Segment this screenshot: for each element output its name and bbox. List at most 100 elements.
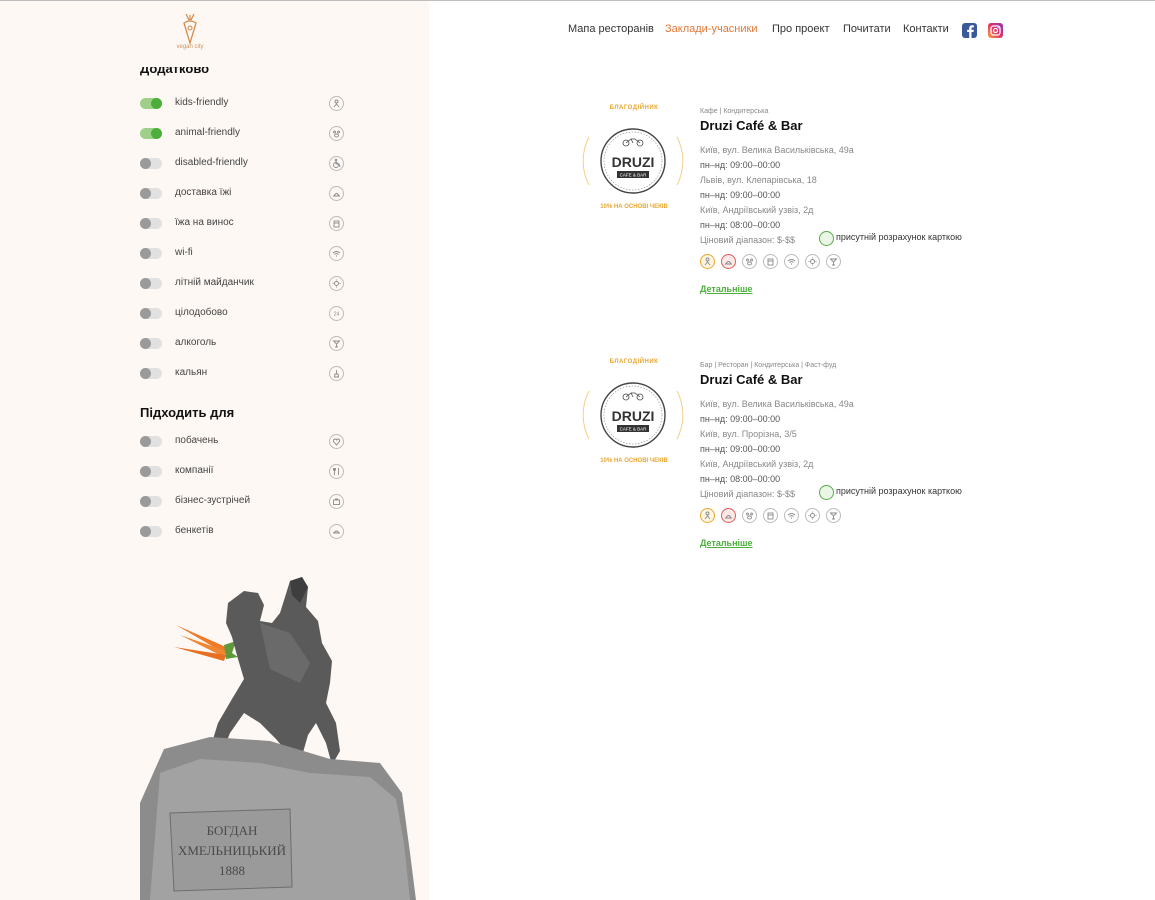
- toggle-switch[interactable]: [140, 308, 162, 319]
- filter-option-label: kids-friendly: [175, 97, 229, 108]
- sun-icon: [805, 508, 820, 523]
- cocktail-icon: [826, 508, 841, 523]
- nav-map[interactable]: Мапа ресторанів: [568, 23, 654, 35]
- toggle-switch[interactable]: [140, 436, 162, 447]
- toggle-knob: [140, 436, 151, 447]
- delivery-icon: [721, 508, 736, 523]
- toggle-switch[interactable]: [140, 218, 162, 229]
- filter-option[interactable]: бенкетів: [140, 524, 345, 540]
- toggle-switch[interactable]: [140, 368, 162, 379]
- inscription-line-1: БОГДАН: [207, 823, 258, 838]
- restaurant-category: Кафе | Кондитерська: [700, 108, 769, 115]
- hours-line: пн–нд: 09:00–00:00: [700, 414, 781, 424]
- hookah-icon: [329, 366, 344, 381]
- filter-option[interactable]: літній майданчик: [140, 276, 345, 292]
- filter-option-label: кальян: [175, 367, 208, 378]
- toggle-switch[interactable]: [140, 526, 162, 537]
- paw-icon: [742, 508, 757, 523]
- 24h-icon: 24: [329, 306, 344, 321]
- restaurant-name[interactable]: Druzi Café & Bar: [700, 118, 803, 133]
- details-link[interactable]: Детальніше: [700, 538, 753, 548]
- cocktail-icon: [826, 254, 841, 269]
- price-range: Ціновий діапазон: $-$$: [700, 489, 796, 499]
- toggle-switch[interactable]: [140, 496, 162, 507]
- toggle-switch[interactable]: [140, 278, 162, 289]
- facebook-icon[interactable]: [962, 23, 977, 38]
- druzi-logo: DRUZI CAFE & BAR: [582, 128, 684, 194]
- toggle-knob: [151, 98, 162, 109]
- toggle-switch[interactable]: [140, 158, 162, 169]
- restaurant-category: Бар | Ресторан | Кондитерська | Фаст-фуд: [700, 362, 837, 369]
- sun-icon: [805, 254, 820, 269]
- hours-line: пн–нд: 08:00–00:00: [700, 474, 781, 484]
- hours-line: пн–нд: 08:00–00:00: [700, 220, 781, 230]
- logo-sub: CAFE & BAR: [620, 427, 648, 432]
- nav-participants[interactable]: Заклади-учасники: [665, 23, 758, 35]
- toggle-switch[interactable]: [140, 128, 162, 139]
- section-title-suitable: Підходить для: [140, 405, 235, 420]
- restaurant-name[interactable]: Druzi Café & Bar: [700, 372, 803, 387]
- toggle-knob: [151, 128, 162, 139]
- paw-icon: [742, 254, 757, 269]
- toggle-knob: [140, 278, 151, 289]
- filter-option-label: літній майданчик: [175, 277, 254, 288]
- svg-text:24: 24: [334, 312, 340, 318]
- wifi-icon: [784, 254, 799, 269]
- nav-about[interactable]: Про проект: [772, 23, 829, 35]
- filter-option[interactable]: доставка їжі: [140, 186, 345, 202]
- filter-option-label: побачень: [175, 435, 219, 446]
- filter-option[interactable]: бізнес-зустрічей: [140, 494, 345, 510]
- kids-icon: [700, 254, 715, 269]
- filter-option[interactable]: побачень: [140, 434, 345, 450]
- carrot-logo-icon: [183, 13, 197, 46]
- nav-contacts[interactable]: Контакти: [903, 23, 949, 35]
- delivery-icon: [721, 254, 736, 269]
- cocktail-icon: [329, 336, 344, 351]
- filter-option[interactable]: disabled-friendly: [140, 156, 345, 172]
- nav-read[interactable]: Почитати: [843, 23, 891, 35]
- toggle-switch[interactable]: [140, 248, 162, 259]
- toggle-knob: [140, 218, 151, 229]
- toggle-knob: [140, 526, 151, 537]
- hours-line: пн–нд: 09:00–00:00: [700, 190, 781, 200]
- delivery-icon: [329, 186, 344, 201]
- restaurant-card: БЛАГОДІЙНИК DRUZI CAFE & BAR 10% НА ОСНОВІ …: [578, 105, 998, 305]
- takeaway-icon: [763, 508, 778, 523]
- hours-line: пн–нд: 09:00–00:00: [700, 444, 781, 454]
- toggle-switch[interactable]: [140, 188, 162, 199]
- filter-option[interactable]: animal-friendly: [140, 126, 345, 142]
- sun-icon: [329, 276, 344, 291]
- charity-badge-title: БЛАГОДІЙНИК: [609, 359, 659, 365]
- filter-option[interactable]: алкоголь: [140, 336, 345, 352]
- filter-option[interactable]: wi-fi: [140, 246, 345, 262]
- heart-icon: [329, 434, 344, 449]
- toggle-switch[interactable]: [140, 98, 162, 109]
- filter-option-label: їжа на винос: [175, 217, 234, 228]
- filter-option-label: wi-fi: [175, 247, 193, 258]
- toggle-switch[interactable]: [140, 338, 162, 349]
- instagram-icon[interactable]: [988, 23, 1003, 38]
- address-line: Київ, вул. Прорізна, 3/5: [700, 429, 797, 439]
- filter-option[interactable]: кальян: [140, 366, 345, 382]
- card-payment-text: присутній розрахунок карткою: [836, 232, 962, 242]
- wifi-icon: [784, 508, 799, 523]
- logo-name: DRUZI: [612, 154, 655, 170]
- filter-option[interactable]: компанії: [140, 464, 345, 480]
- filter-option[interactable]: kids-friendly: [140, 96, 345, 112]
- toggle-switch[interactable]: [140, 466, 162, 477]
- vegan-city-logo[interactable]: vegan city: [168, 11, 212, 55]
- filter-option[interactable]: їжа на винос: [140, 216, 345, 232]
- address-line: Львів, вул. Клепарівська, 18: [700, 175, 817, 185]
- kids-icon: [700, 508, 715, 523]
- toggle-knob: [140, 368, 151, 379]
- address-line: Київ, Андріївський узвіз, 2д: [700, 459, 814, 469]
- charity-badge-subtitle: 10% НА ОСНОВІ ЧЕКІВ: [600, 204, 668, 210]
- logo-sub: CAFE & BAR: [620, 173, 648, 178]
- banquet-icon: [329, 524, 344, 539]
- toggle-knob: [140, 466, 151, 477]
- takeaway-icon: [763, 254, 778, 269]
- restaurant-card: БЛАГОДІЙНИК DRUZI CAFE & BAR 10% НА ОСНОВІ …: [578, 359, 998, 559]
- filter-option[interactable]: цілодобово 24: [140, 306, 345, 322]
- paw-icon: [329, 126, 344, 141]
- details-link[interactable]: Детальніше: [700, 284, 753, 294]
